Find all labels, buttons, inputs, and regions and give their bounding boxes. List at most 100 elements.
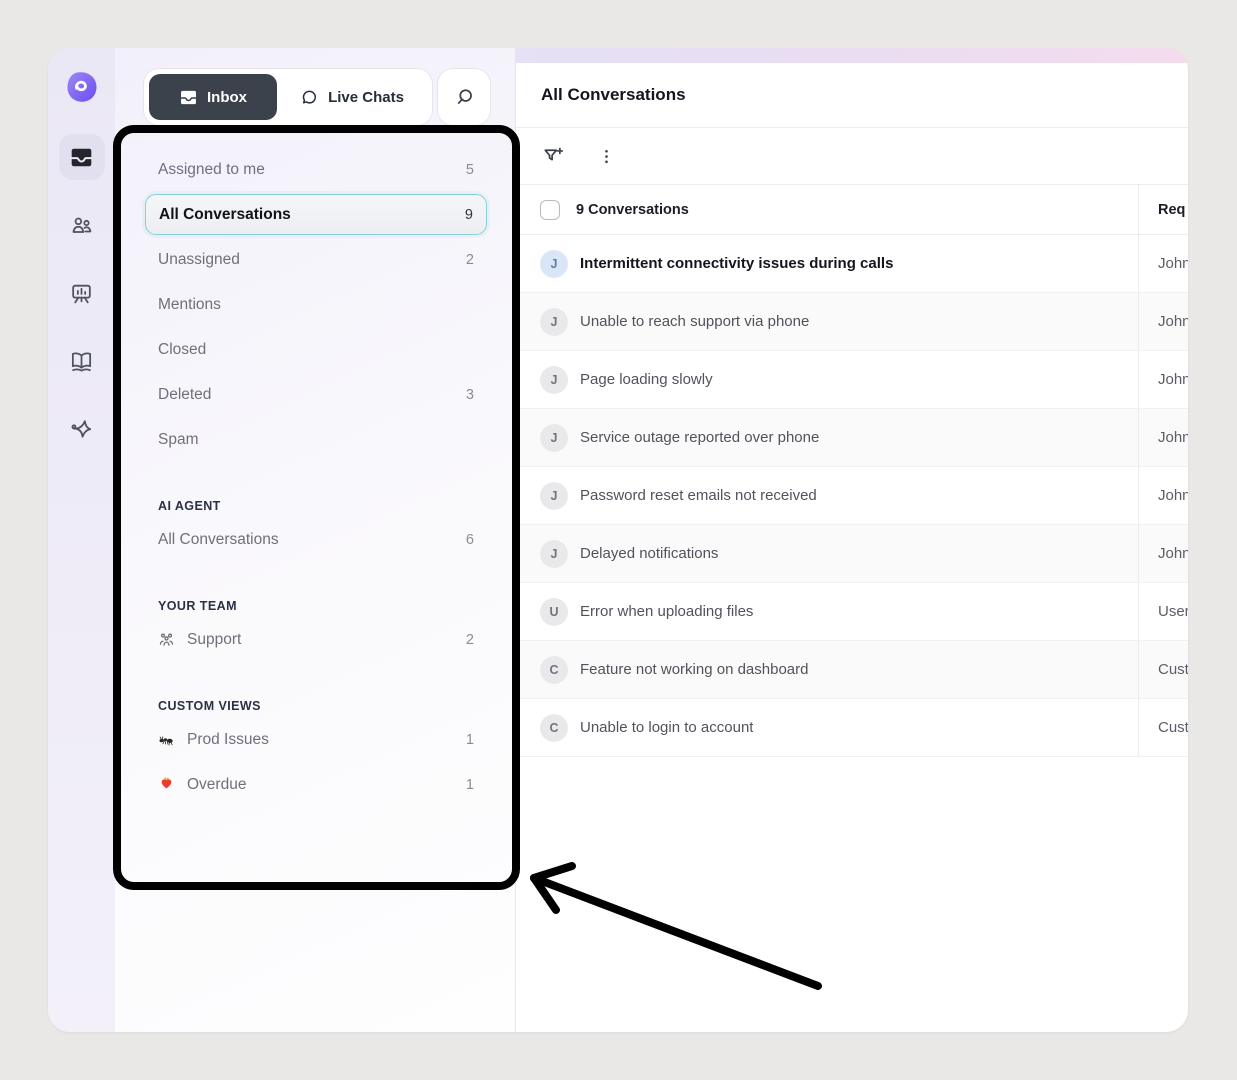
sidebar-item-support[interactable]: Support2: [145, 617, 487, 662]
sidebar-item-label: Unassigned: [158, 251, 466, 269]
conversation-subject: Feature not working on dashboard: [580, 661, 808, 678]
app-window: Inbox Live Chats Assigned to me5All Conv…: [48, 48, 1188, 1032]
sidebar-item-label: Support: [187, 631, 466, 649]
conversation-row[interactable]: U Error when uploading files User: [516, 583, 1188, 641]
sidebar-item-label: Prod Issues: [187, 731, 466, 749]
requester-cell: John: [1138, 467, 1188, 524]
select-all-checkbox[interactable]: [540, 200, 560, 220]
conversation-list-header: 9 Conversations Req: [516, 185, 1188, 235]
requester-cell: John: [1138, 525, 1188, 582]
sidebar-item-count: 2: [466, 252, 474, 268]
search-flash-icon: [453, 86, 476, 109]
sidebar-item-label: Spam: [158, 431, 474, 449]
avatar: U: [540, 598, 568, 626]
inbox-icon: [69, 145, 94, 170]
conversation-row[interactable]: C Feature not working on dashboard Cust: [516, 641, 1188, 699]
conversation-row[interactable]: J Delayed notifications John: [516, 525, 1188, 583]
sidebar-item-count: 9: [465, 207, 473, 223]
conversation-subject: Service outage reported over phone: [580, 429, 819, 446]
captain-ai-icon: [69, 417, 94, 442]
sidebar-list: Assigned to me5All Conversations9Unassig…: [145, 147, 487, 807]
avatar: J: [540, 366, 568, 394]
conversation-subject: Unable to login to account: [580, 719, 753, 736]
avatar: J: [540, 540, 568, 568]
icon-rail: [48, 48, 115, 1032]
sidebar-item-mentions[interactable]: Mentions: [145, 282, 487, 327]
contacts-icon: [69, 213, 94, 238]
avatar: J: [540, 424, 568, 452]
conversation-subject: Intermittent connectivity issues during …: [580, 255, 893, 272]
ant-icon: [158, 731, 177, 748]
requester-cell: John: [1138, 235, 1188, 292]
conversation-row[interactable]: J Service outage reported over phone John: [516, 409, 1188, 467]
avatar: C: [540, 656, 568, 684]
filter-add-icon[interactable]: [541, 145, 564, 168]
conversation-row[interactable]: C Unable to login to account Cust: [516, 699, 1188, 757]
rail-item-inbox[interactable]: [59, 134, 105, 180]
sidebar-item-label: Closed: [158, 341, 474, 359]
sidebar-item-label: Deleted: [158, 386, 466, 404]
sidebar-item-prod-issues[interactable]: Prod Issues1: [145, 717, 487, 762]
conversation-subject: Error when uploading files: [580, 603, 753, 620]
rail-item-reports[interactable]: [59, 270, 105, 316]
rail-item-help-center[interactable]: [59, 338, 105, 384]
requester-cell: Cust: [1138, 699, 1188, 756]
conversation-toolbar: [516, 128, 1188, 185]
chat-bubble-icon: [300, 88, 319, 107]
conversation-subject: Page loading slowly: [580, 371, 713, 388]
conversation-row[interactable]: J Page loading slowly John: [516, 351, 1188, 409]
sidebar-section-title-your-team: YOUR TEAM: [145, 595, 487, 617]
sidebar-item-assigned-to-me[interactable]: Assigned to me5: [145, 147, 487, 192]
requester-cell: User: [1138, 583, 1188, 640]
requester-cell: John: [1138, 409, 1188, 466]
conversation-subject: Password reset emails not received: [580, 487, 817, 504]
sidebar-item-label: Overdue: [187, 776, 466, 794]
requester-cell: John: [1138, 351, 1188, 408]
inbox-icon: [179, 88, 198, 107]
sidebar-item-all-conversations[interactable]: All Conversations6: [145, 517, 487, 562]
avatar: J: [540, 308, 568, 336]
requester-cell: John: [1138, 293, 1188, 350]
avatar: C: [540, 714, 568, 742]
rail-item-captain-ai[interactable]: [59, 406, 105, 452]
sidebar-item-overdue[interactable]: Overdue1: [145, 762, 487, 807]
avatar: J: [540, 250, 568, 278]
sidebar-item-all-conversations[interactable]: All Conversations9: [145, 194, 487, 235]
conversation-subject: Delayed notifications: [580, 545, 718, 562]
requester-cell: Cust: [1138, 641, 1188, 698]
requester-column-header: Req: [1138, 185, 1188, 234]
conversation-count-label: 9 Conversations: [576, 202, 689, 218]
tab-live-chats[interactable]: Live Chats: [277, 74, 427, 120]
help-center-icon: [69, 349, 94, 374]
sidebar-item-spam[interactable]: Spam: [145, 417, 487, 462]
tab-live-chats-label: Live Chats: [328, 89, 404, 106]
sidebar-section-title-custom-views: CUSTOM VIEWS: [145, 695, 487, 717]
sidebar-item-label: All Conversations: [158, 531, 466, 549]
avatar: J: [540, 482, 568, 510]
sidebar-item-deleted[interactable]: Deleted3: [145, 372, 487, 417]
heart-fire-icon: [158, 776, 177, 793]
conversation-row[interactable]: J Unable to reach support via phone John: [516, 293, 1188, 351]
sidebar-section-title-ai-agent: AI AGENT: [145, 495, 487, 517]
conversation-list: J Intermittent connectivity issues during…: [516, 235, 1188, 757]
swirl-logo-icon[interactable]: [65, 70, 99, 104]
rail-item-contacts[interactable]: [59, 202, 105, 248]
tab-inbox[interactable]: Inbox: [149, 74, 277, 120]
inbox-type-tabs: Inbox Live Chats: [143, 68, 433, 126]
sidebar-item-count: 2: [466, 632, 474, 648]
page: { "brand": { "logo_icon": "swirl-logo" }…: [0, 0, 1237, 1080]
conversation-row[interactable]: J Password reset emails not received John: [516, 467, 1188, 525]
sidebar-item-unassigned[interactable]: Unassigned2: [145, 237, 487, 282]
kebab-menu-icon[interactable]: [596, 146, 617, 167]
conversation-row[interactable]: J Intermittent connectivity issues during…: [516, 235, 1188, 293]
sidebar-item-label: All Conversations: [159, 206, 465, 224]
main-header: All Conversations: [516, 63, 1188, 128]
page-title: All Conversations: [541, 85, 686, 105]
sidebar-item-count: 3: [466, 387, 474, 403]
main-panel: All Conversations 9 Conversations Req JI…: [515, 63, 1188, 1032]
sidebar-item-count: 6: [466, 532, 474, 548]
search-button[interactable]: [437, 68, 491, 126]
conversation-subject: Unable to reach support via phone: [580, 313, 809, 330]
sidebar-item-count: 1: [466, 732, 474, 748]
sidebar-item-closed[interactable]: Closed: [145, 327, 487, 372]
